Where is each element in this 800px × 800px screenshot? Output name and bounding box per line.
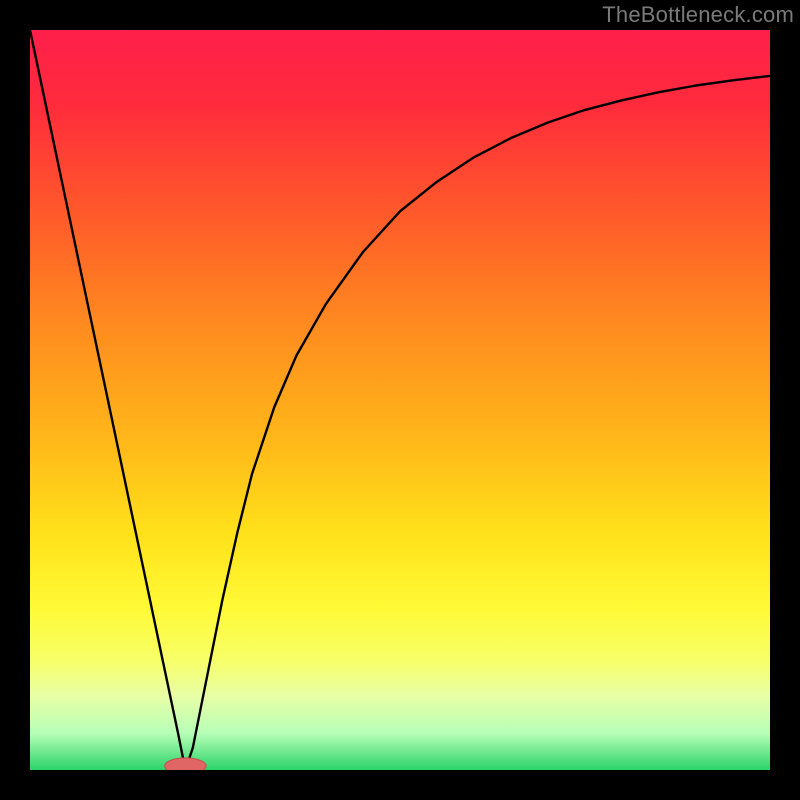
minimum-marker (165, 758, 206, 770)
gradient-background (30, 30, 770, 770)
chart-svg (30, 30, 770, 770)
chart-frame: TheBottleneck.com (0, 0, 800, 800)
plot-area (30, 30, 770, 770)
watermark-text: TheBottleneck.com (602, 2, 794, 28)
